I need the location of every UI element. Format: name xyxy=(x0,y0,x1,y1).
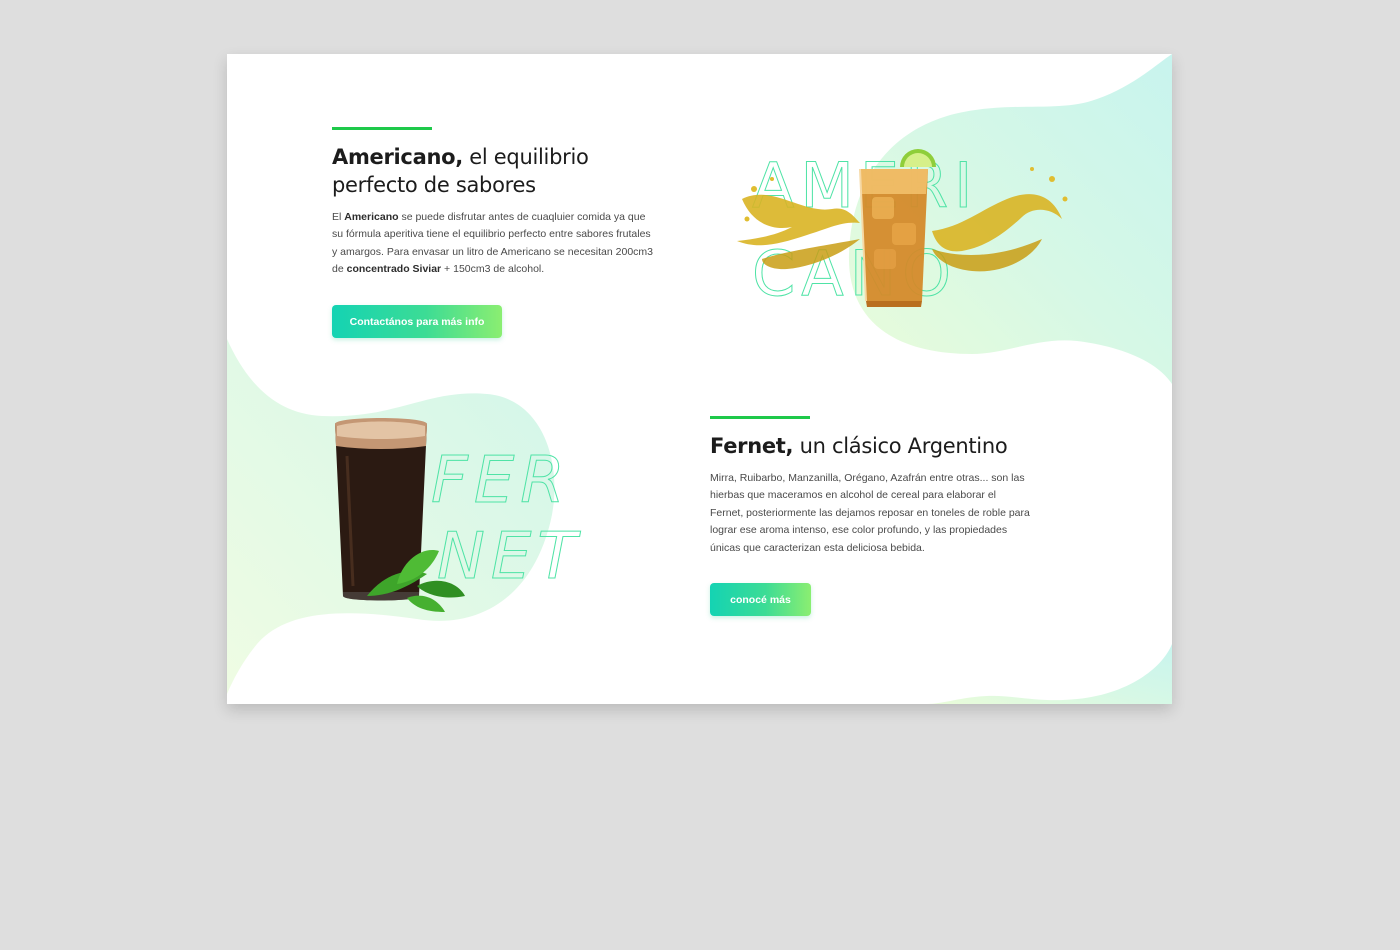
fernet-accent-line xyxy=(710,416,810,419)
product-showcase-card: Americano, el equilibrio perfecto de sabo… xyxy=(227,54,1172,704)
americano-contact-button[interactable]: Contactános para más info xyxy=(332,305,502,338)
americano-outline-line2: CANO xyxy=(752,237,957,310)
fernet-heading: Fernet, un clásico Argentino xyxy=(710,432,1050,460)
americano-accent-line xyxy=(332,127,432,130)
americano-body-part: El xyxy=(332,211,345,223)
americano-title-bold: Americano, xyxy=(332,145,463,169)
fernet-description: Mirra, Ruibarbo, Manzanilla, Orégano, Az… xyxy=(710,472,1030,554)
americano-body-part: + 150cm3 de alcohol. xyxy=(441,263,545,276)
fernet-more-button[interactable]: conocé más xyxy=(710,583,811,616)
fernet-outline-line2: NET xyxy=(437,520,582,594)
americano-illustration: AMERI CANO xyxy=(737,149,1068,311)
blob-bottom-right xyxy=(927,644,1172,704)
fernet-illustration: FER NET xyxy=(335,418,582,612)
americano-title-rest: el equilibrio xyxy=(462,145,589,169)
americano-heading: Americano, el equilibrio perfecto de sabo… xyxy=(332,143,662,199)
fernet-title-rest: un clásico Argentino xyxy=(793,434,1008,458)
americano-body-bold: Americano xyxy=(344,211,399,223)
fernet-title-bold: Fernet, xyxy=(710,434,794,458)
americano-title-line2: perfecto de sabores xyxy=(332,173,536,197)
americano-body-bold: concentrado Siviar xyxy=(346,263,442,276)
americano-description: El Americano se puede disfrutar antes de… xyxy=(332,209,657,279)
fernet-outline-line1: FER xyxy=(431,444,571,518)
